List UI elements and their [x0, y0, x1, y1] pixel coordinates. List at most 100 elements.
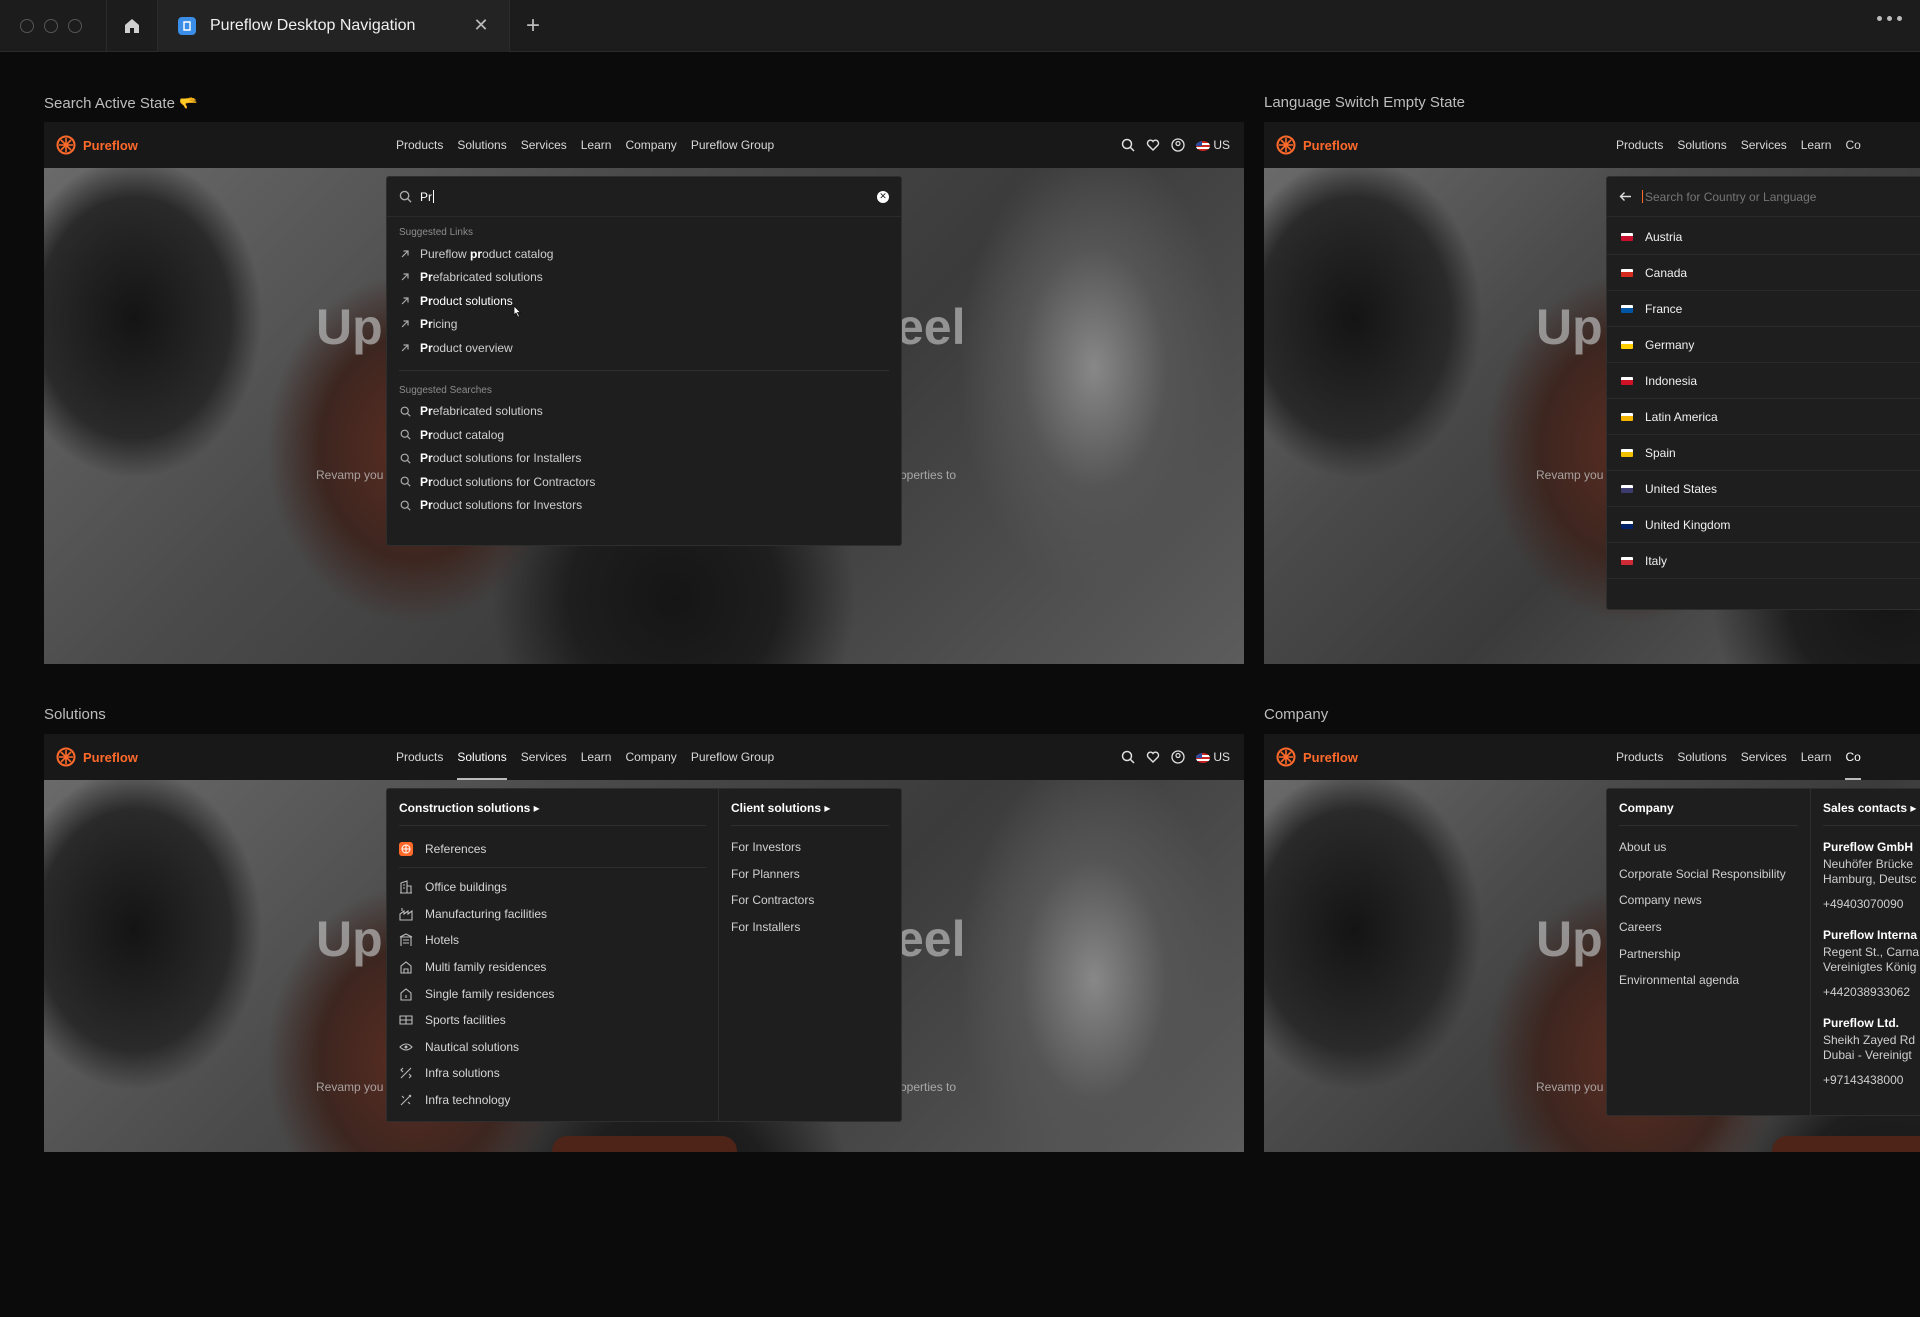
nav-services[interactable]: Services [1741, 734, 1787, 780]
nav-products[interactable]: Products [396, 122, 443, 168]
nav-company[interactable]: Company [625, 734, 676, 780]
nav-services[interactable]: Services [521, 122, 567, 168]
sales-contacts-heading[interactable]: Sales contacts ▸ [1823, 801, 1920, 826]
nav-company[interactable]: Co [1845, 122, 1860, 168]
contact-phone[interactable]: +49403070090 [1823, 897, 1920, 912]
nav-learn[interactable]: Learn [1801, 734, 1832, 780]
maximize-window-button[interactable] [68, 18, 82, 33]
suggested-search[interactable]: Product catalog [399, 423, 889, 447]
search-icon[interactable] [1121, 138, 1135, 152]
suggested-link[interactable]: Pricing [399, 313, 889, 337]
language-search-field[interactable] [1607, 177, 1920, 217]
nav-learn[interactable]: Learn [1801, 122, 1832, 168]
company-heading[interactable]: Company [1619, 801, 1798, 826]
company-link[interactable]: Partnership [1619, 940, 1798, 967]
suggested-link[interactable]: Pureflow product catalog [399, 242, 889, 266]
nav-services[interactable]: Services [1741, 122, 1787, 168]
new-tab-button[interactable]: + [510, 0, 556, 52]
company-link[interactable]: Corporate Social Responsibility [1619, 861, 1798, 888]
nav-services[interactable]: Services [521, 734, 567, 780]
brand-logo[interactable]: Pureflow [56, 747, 396, 767]
solution-item[interactable]: Hotels [399, 927, 706, 954]
construction-solutions-heading[interactable]: Construction solutions ▸ [399, 801, 706, 826]
contact-phone[interactable]: +442038933062 [1823, 985, 1920, 1000]
nav-company[interactable]: Co [1845, 734, 1862, 780]
country-option[interactable]: Canada [1607, 255, 1920, 291]
close-tab-icon[interactable]: ✕ [471, 15, 491, 36]
brand-logo[interactable]: Pureflow [56, 135, 396, 155]
account-icon[interactable] [1171, 138, 1185, 152]
home-button[interactable] [106, 0, 158, 52]
solution-item[interactable]: Multi family residences [399, 954, 706, 981]
search-field[interactable]: Pr ✕ [387, 177, 901, 217]
hero-cta-button[interactable] [552, 1136, 737, 1152]
account-icon[interactable] [1171, 750, 1185, 764]
company-link[interactable]: Careers [1619, 914, 1798, 941]
brand-logo[interactable]: Pureflow [1276, 747, 1616, 767]
suggested-search[interactable]: Prefabricated solutions [399, 400, 889, 424]
close-window-button[interactable] [20, 18, 34, 33]
suggested-search[interactable]: Product solutions for Installers [399, 447, 889, 471]
heart-icon[interactable] [1146, 750, 1160, 764]
nav-solutions[interactable]: Solutions [1677, 734, 1726, 780]
heart-icon[interactable] [1146, 138, 1160, 152]
nav-products[interactable]: Products [1616, 122, 1663, 168]
clear-search-icon[interactable]: ✕ [877, 190, 889, 203]
solution-item[interactable]: Office buildings [399, 874, 706, 901]
language-search-input[interactable] [1645, 189, 1895, 204]
window-controls [0, 18, 106, 33]
suggested-search[interactable]: Product solutions for Contractors [399, 470, 889, 494]
suggested-link[interactable]: Product overview [399, 336, 889, 360]
search-input[interactable]: Pr [420, 190, 432, 204]
search-icon[interactable] [1121, 750, 1135, 764]
more-menu-button[interactable] [1877, 16, 1902, 21]
locale-switch[interactable]: US [1195, 750, 1230, 764]
country-option[interactable]: United Kingdom [1607, 507, 1920, 543]
client-solution-link[interactable]: For Investors [731, 834, 889, 861]
brand-logo[interactable]: Pureflow [1276, 135, 1616, 155]
solution-item[interactable]: Single family residences [399, 980, 706, 1007]
client-solution-link[interactable]: For Planners [731, 861, 889, 888]
country-option[interactable]: Indonesia [1607, 363, 1920, 399]
nav-company[interactable]: Company [625, 122, 676, 168]
country-option[interactable]: France [1607, 291, 1920, 327]
suggested-search[interactable]: Product solutions for Investors [399, 494, 889, 518]
nav-products[interactable]: Products [396, 734, 443, 780]
browser-tab[interactable]: Pureflow Desktop Navigation ✕ [158, 0, 510, 52]
nav-learn[interactable]: Learn [581, 734, 612, 780]
contact-phone[interactable]: +97143438000 [1823, 1073, 1920, 1088]
locale-switch[interactable]: US [1195, 138, 1230, 152]
country-flag-icon [1621, 340, 1633, 349]
company-link[interactable]: About us [1619, 834, 1798, 861]
solution-item[interactable]: Manufacturing facilities [399, 901, 706, 928]
solution-item[interactable]: Nautical solutions [399, 1034, 706, 1061]
company-link[interactable]: Environmental agenda [1619, 967, 1798, 994]
solution-item[interactable]: Infra technology [399, 1087, 706, 1114]
solution-item[interactable]: Sports facilities [399, 1007, 706, 1034]
client-solution-link[interactable]: For Contractors [731, 887, 889, 914]
client-solution-link[interactable]: For Installers [731, 914, 889, 941]
country-option[interactable]: Spain [1607, 435, 1920, 471]
pureflow-logo-icon [56, 747, 76, 767]
country-option[interactable]: Germany [1607, 327, 1920, 363]
country-option[interactable]: Latin America [1607, 399, 1920, 435]
country-option[interactable]: Italy [1607, 543, 1920, 579]
client-solutions-heading[interactable]: Client solutions ▸ [731, 801, 889, 826]
nav-solutions[interactable]: Solutions [457, 734, 508, 780]
suggested-link[interactable]: Prefabricated solutions [399, 266, 889, 290]
nav-pureflow-group[interactable]: Pureflow Group [691, 122, 774, 168]
nav-products[interactable]: Products [1616, 734, 1663, 780]
nav-solutions[interactable]: Solutions [457, 122, 506, 168]
references-link[interactable]: References [399, 834, 706, 868]
company-link[interactable]: Company news [1619, 887, 1798, 914]
nav-learn[interactable]: Learn [581, 122, 612, 168]
nav-pureflow-group[interactable]: Pureflow Group [691, 734, 774, 780]
nav-solutions[interactable]: Solutions [1677, 122, 1726, 168]
suggested-link[interactable]: Product solutions [399, 289, 889, 313]
minimize-window-button[interactable] [44, 18, 58, 33]
country-option[interactable]: United States [1607, 471, 1920, 507]
back-arrow-icon[interactable] [1619, 191, 1632, 202]
solution-item[interactable]: Infra solutions [399, 1060, 706, 1087]
hero-cta-button[interactable] [1772, 1136, 1920, 1152]
country-option[interactable]: Austria [1607, 219, 1920, 255]
